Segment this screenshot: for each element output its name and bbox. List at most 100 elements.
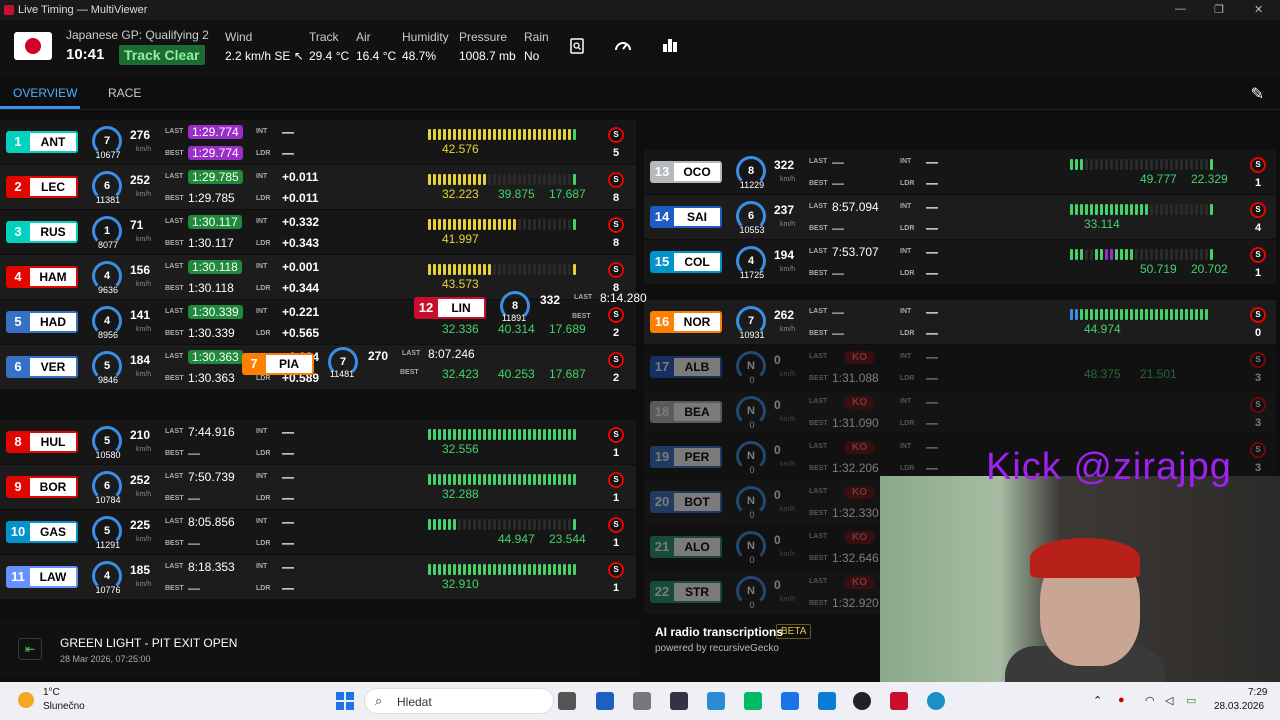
- tyre-laps: 8: [612, 192, 620, 204]
- driver-row[interactable]: 1 ANT 7 10677 276 km/h LAST BEST 1:29.774 1:29.77…: [0, 120, 636, 164]
- position-badge: 18 BEA: [650, 401, 722, 423]
- mini-sector: [563, 474, 566, 485]
- webcam-overlay: [880, 476, 1280, 682]
- battery-icon[interactable]: ▭: [1186, 694, 1196, 707]
- mini-sector: [448, 519, 451, 530]
- search-document-icon[interactable]: [568, 38, 586, 56]
- mini-sector: [473, 519, 476, 530]
- driver-row[interactable]: 2 LEC 6 11381 252 km/h LAST BEST 1:29.785 1:29.78…: [0, 165, 636, 209]
- mini-sector-bars: [428, 264, 576, 275]
- mini-sector: [1155, 309, 1158, 320]
- position-badge: 4 HAM: [6, 266, 78, 288]
- driver-row[interactable]: 10 GAS 5 11291 225 km/h LAST BEST 8:05.856— INT LD…: [0, 510, 636, 554]
- mini-sector: [1145, 249, 1148, 260]
- overlay-driver-row[interactable]: 7 PIA 7 11481 270 LAST 8:07.246 BEST: [242, 347, 475, 393]
- mini-sector: [453, 519, 456, 530]
- driver-row[interactable]: 11 LAW 4 10776 185 km/h LAST BEST 8:18.353— INT LD…: [0, 555, 636, 599]
- mini-sector: [573, 429, 576, 440]
- sector1-time: 41.997: [442, 232, 479, 246]
- browser-icon[interactable]: [927, 692, 945, 710]
- mini-sector: [558, 174, 561, 185]
- mini-sector: [528, 519, 531, 530]
- driver-row[interactable]: 15 COL 4 11725 194 km/h LAST BEST 7:53.707— INT LD…: [644, 240, 1276, 284]
- mini-sector: [553, 429, 556, 440]
- driver-row[interactable]: 17 ALB N 0 0 km/h LAST BEST KO 1:31.088 INT LDR — —48…: [644, 345, 1276, 389]
- store-icon[interactable]: [596, 692, 614, 710]
- best-lap-time: 1:30.339: [188, 326, 235, 340]
- mini-sector-bars: [428, 474, 576, 485]
- ldr-label: LDR: [256, 330, 271, 337]
- settings-icon[interactable]: [633, 692, 651, 710]
- sun-icon[interactable]: [18, 692, 34, 708]
- mini-sector: [533, 264, 536, 275]
- task-view-icon[interactable]: [558, 692, 576, 710]
- microphone-icon[interactable]: ●: [1118, 694, 1125, 706]
- position-number: 9: [14, 479, 22, 494]
- mini-sector: [493, 474, 496, 485]
- taskbar-date[interactable]: 28.03.2026: [1214, 701, 1264, 712]
- driver-row[interactable]: 8 HUL 5 10580 210 km/h LAST BEST 7:44.916— INT LDR…: [0, 420, 636, 464]
- start-menu-icon[interactable]: [336, 692, 354, 710]
- mini-sector: [1075, 309, 1078, 320]
- mini-sector: [1075, 159, 1078, 170]
- chat-icon[interactable]: [818, 692, 836, 710]
- driver-row[interactable]: 16 NOR 7 10931 262 km/h LAST BEST — — INT LDR — —44.9…: [644, 300, 1276, 344]
- int-label: INT: [256, 473, 268, 480]
- position-number: 8: [14, 434, 22, 449]
- taskbar-weather[interactable]: Slunečno: [43, 701, 85, 712]
- volume-icon[interactable]: ◁: [1165, 694, 1173, 707]
- knocked-out-badge: KO: [844, 576, 875, 589]
- best-label: BEST: [165, 150, 184, 157]
- tray-chevron-icon[interactable]: ⌃: [1093, 694, 1102, 707]
- last-lap-time: 7:53.707: [832, 245, 879, 259]
- driver-row[interactable]: 3 RUS 1 8077 71 km/h LAST BEST 1:30.117 1:30.117 I…: [0, 210, 636, 254]
- mini-sector: [1150, 159, 1153, 170]
- int-label: INT: [900, 308, 912, 315]
- taskbar-temp[interactable]: 1°C: [43, 687, 60, 698]
- sector1-time: 33.114: [1084, 217, 1120, 231]
- mini-sector: [488, 264, 491, 275]
- close-button[interactable]: ✕: [1254, 3, 1263, 16]
- taskbar-time[interactable]: 7:29: [1248, 687, 1267, 698]
- rpm-value: 11481: [329, 369, 355, 379]
- driver-code: RUS: [30, 223, 76, 241]
- taskbar-search[interactable]: ⌕ Hledat: [364, 688, 554, 714]
- mini-sector: [428, 129, 431, 140]
- multiviewer-icon[interactable]: [890, 692, 908, 710]
- mini-sector: [433, 474, 436, 485]
- mini-sector: [448, 564, 451, 575]
- github-icon[interactable]: [853, 692, 871, 710]
- sector3-time: 20.702: [1191, 262, 1228, 276]
- speed-value: 225: [130, 518, 151, 532]
- edge-icon[interactable]: [707, 692, 725, 710]
- minimize-button[interactable]: —: [1175, 3, 1186, 15]
- bar-chart-icon[interactable]: [661, 38, 679, 56]
- driver-row[interactable]: 13 OCO 8 11229 322 km/h LAST BEST — — INT LDR — —49.7…: [644, 150, 1276, 194]
- main-tabs: OVERVIEW RACE ✎: [0, 76, 1280, 110]
- position-number: 10: [10, 524, 26, 539]
- window-title: Live Timing — MultiViewer: [18, 4, 148, 16]
- driver-code: VER: [30, 358, 76, 376]
- mini-sector: [1180, 309, 1183, 320]
- driver-row[interactable]: 9 BOR 6 10784 252 km/h LAST BEST 7:50.739— INT LDR…: [0, 465, 636, 509]
- mini-sector: [508, 174, 511, 185]
- radio-powered-by[interactable]: powered by recursiveGecko: [655, 643, 779, 654]
- mini-sector: [1210, 159, 1213, 170]
- shield-icon[interactable]: [781, 692, 799, 710]
- mini-sector: [543, 264, 546, 275]
- wifi-icon[interactable]: ◠: [1145, 694, 1155, 707]
- speedometer-icon[interactable]: [614, 38, 632, 56]
- tab-race[interactable]: RACE: [108, 86, 141, 100]
- driver-row[interactable]: 18 BEA N 0 0 km/h LAST BEST KO 1:31.090 INT LDR — — S 3: [644, 390, 1276, 434]
- driver-row[interactable]: 14 SAI 6 10553 237 km/h LAST BEST 8:57.094— INT LD…: [644, 195, 1276, 239]
- speed-value: 322: [774, 158, 795, 172]
- mini-sector: [513, 429, 516, 440]
- tab-overview[interactable]: OVERVIEW: [13, 86, 77, 100]
- mini-sector: [553, 129, 556, 140]
- maximize-button[interactable]: ❐: [1214, 3, 1224, 16]
- app-icon-1[interactable]: [670, 692, 688, 710]
- app-icon-2[interactable]: [744, 692, 762, 710]
- mini-sector: [533, 129, 536, 140]
- overlay-driver-row[interactable]: 12 LIN 8 11891 332 LAST 8:14.280 BEST: [414, 291, 647, 337]
- edit-layout-icon[interactable]: ✎: [1251, 84, 1264, 104]
